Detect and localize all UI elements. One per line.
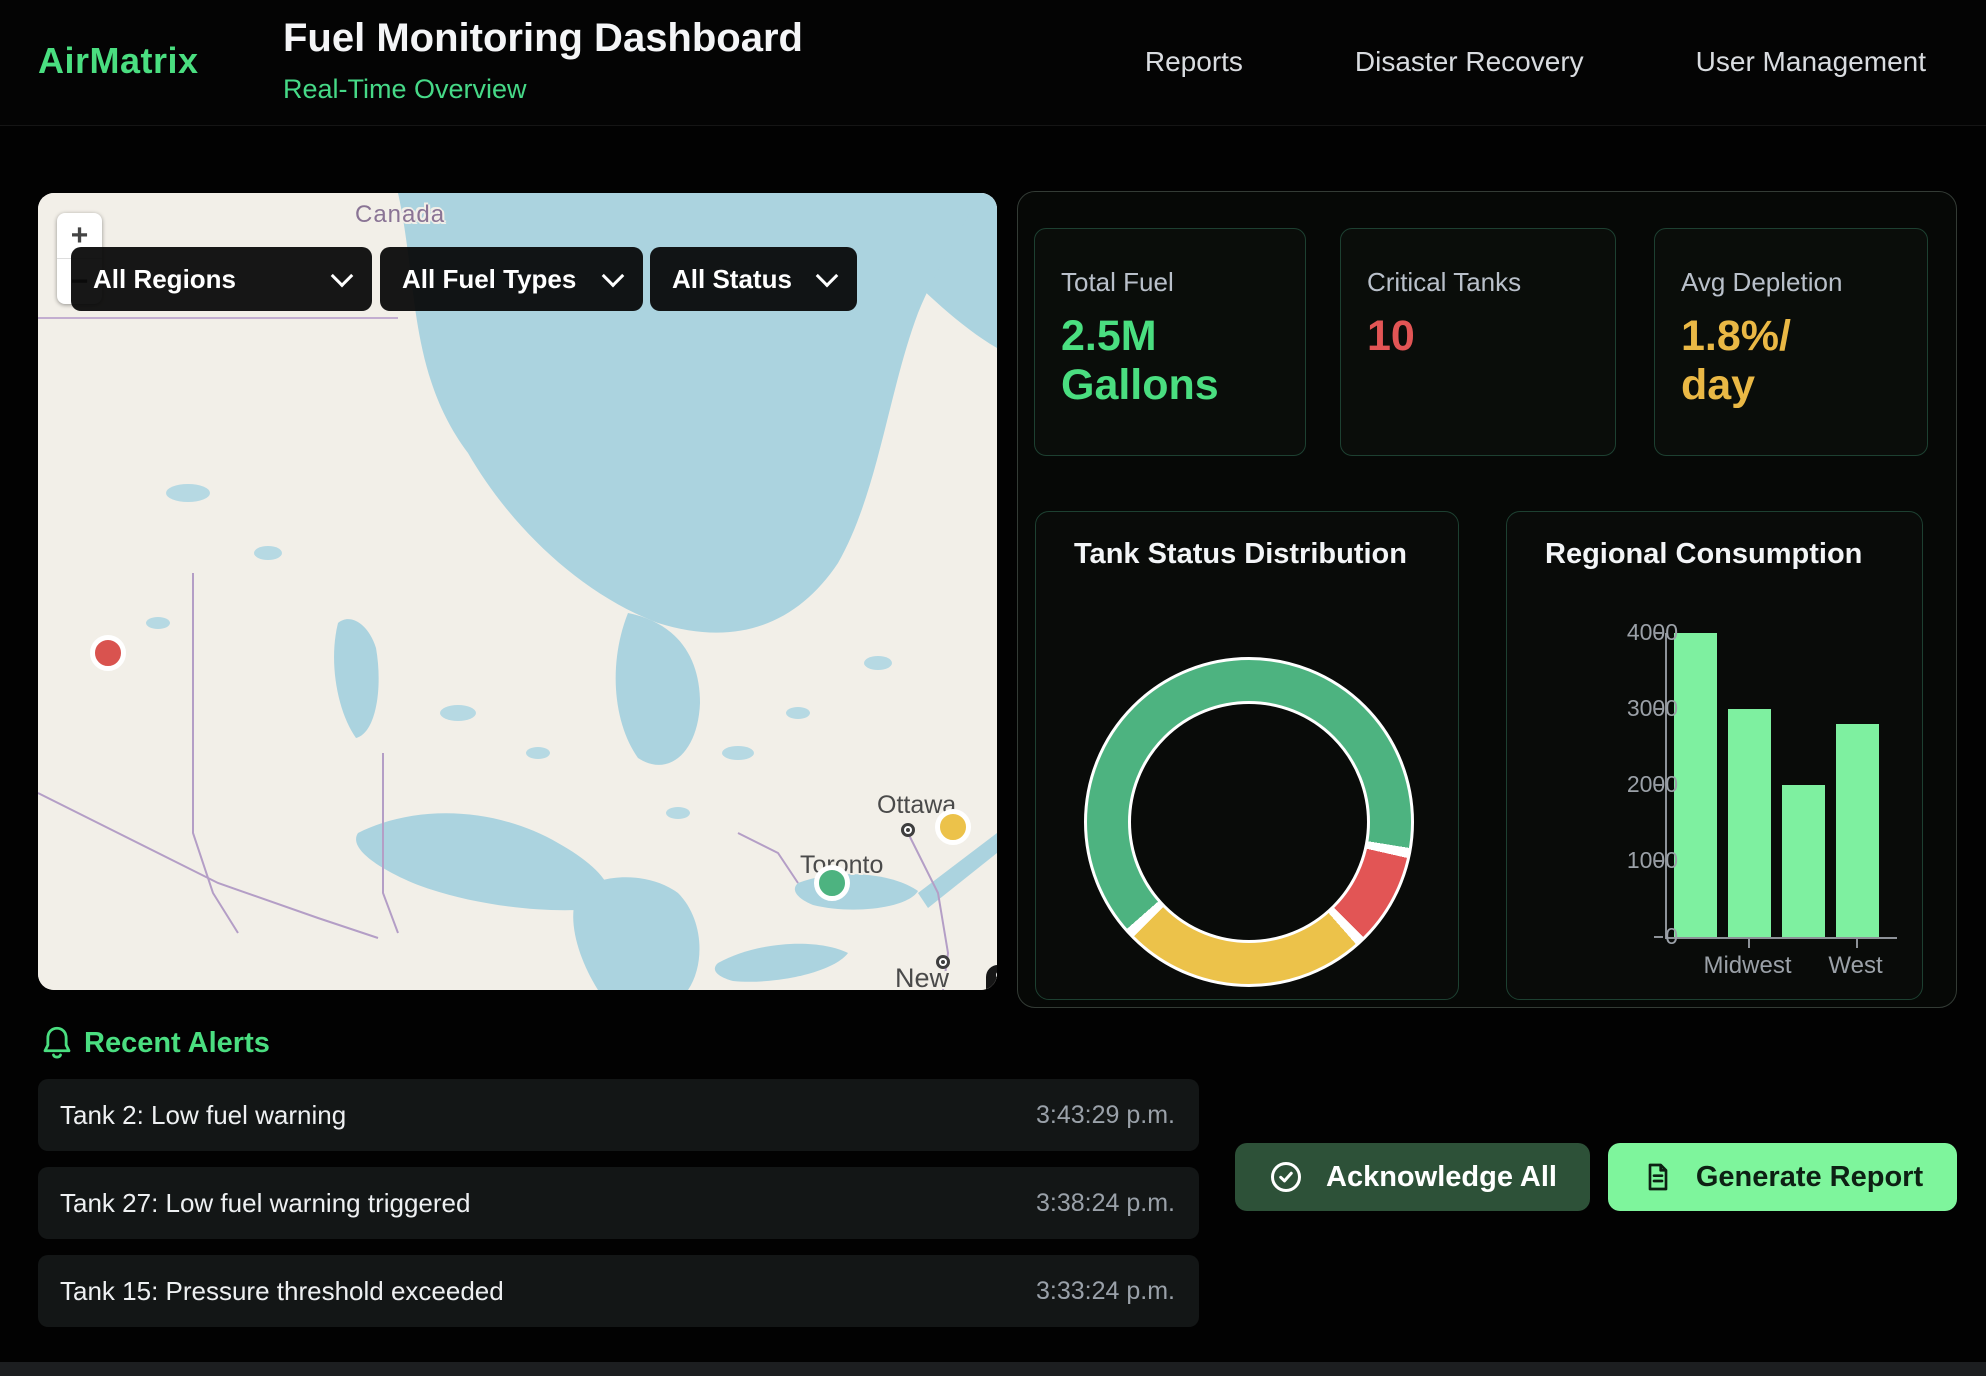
alert-row[interactable]: Tank 15: Pressure threshold exceeded 3:3…: [38, 1255, 1199, 1327]
donut-hole: [1128, 701, 1370, 943]
chevron-down-icon: [816, 265, 839, 288]
generate-report-button[interactable]: Generate Report: [1608, 1143, 1957, 1211]
fuel-type-filter-dropdown[interactable]: All Fuel Types: [380, 247, 643, 311]
status-filter-value: All Status: [672, 264, 792, 295]
alert-message: Tank 27: Low fuel warning triggered: [60, 1188, 470, 1219]
y-axis-tick-label: 2000: [1608, 771, 1678, 798]
alert-timestamp: 3:43:29 p.m.: [1036, 1101, 1175, 1130]
x-axis-label: West: [1796, 952, 1916, 980]
recent-alerts-title: Recent Alerts: [84, 1027, 270, 1060]
stat-label: Total Fuel: [1061, 267, 1279, 298]
nav-item-user-management[interactable]: User Management: [1696, 46, 1926, 78]
tank-status-distribution-card: Tank Status Distribution: [1035, 511, 1459, 1000]
nav-item-disaster-recovery[interactable]: Disaster Recovery: [1355, 46, 1584, 78]
alert-timestamp: 3:38:24 p.m.: [1036, 1189, 1175, 1218]
alert-timestamp: 3:33:24 p.m.: [1036, 1277, 1175, 1306]
stat-card-critical-tanks: Critical Tanks 10: [1340, 228, 1616, 456]
alert-message: Tank 15: Pressure threshold exceeded: [60, 1276, 504, 1307]
alert-message: Tank 2: Low fuel warning: [60, 1100, 346, 1131]
alert-row[interactable]: Tank 27: Low fuel warning triggered 3:38…: [38, 1167, 1199, 1239]
page-subtitle: Real-Time Overview: [283, 74, 527, 105]
stat-value: 1.8%/day: [1681, 312, 1901, 411]
main-nav: Reports Disaster Recovery User Managemen…: [1145, 46, 1926, 78]
newyork-city-dot: [936, 955, 950, 969]
stat-label: Critical Tanks: [1367, 267, 1589, 298]
stat-card-avg-depletion: Avg Depletion 1.8%/day: [1654, 228, 1928, 456]
regional-consumption-bar-chart: MidwestWest 0 1000 2000 3000 4000: [1507, 512, 1923, 1000]
map-marker-normal[interactable]: [814, 865, 850, 901]
brand-logo: AirMatrix: [38, 40, 199, 82]
status-filter-dropdown[interactable]: All Status: [650, 247, 857, 311]
y-axis-tick-label: 1000: [1608, 847, 1678, 874]
y-axis-tick-label: 3000: [1608, 695, 1678, 722]
map-marker-warning[interactable]: [935, 809, 971, 845]
stat-value: 2.5MGallons: [1061, 312, 1279, 411]
y-axis-tick-label: 4000: [1608, 619, 1678, 646]
top-header: AirMatrix Fuel Monitoring Dashboard Real…: [0, 0, 1986, 126]
region-filter-value: All Regions: [93, 264, 236, 295]
fuel-type-filter-value: All Fuel Types: [402, 264, 576, 295]
page-title: Fuel Monitoring Dashboard: [283, 16, 803, 61]
bar-region-1: [1674, 633, 1717, 937]
acknowledge-all-button[interactable]: Acknowledge All: [1235, 1143, 1590, 1211]
document-icon: [1642, 1161, 1674, 1193]
x-axis-label: Midwest: [1688, 952, 1808, 980]
bar-West: [1836, 724, 1879, 937]
chart-title: Tank Status Distribution: [1074, 538, 1407, 571]
stat-card-total-fuel: Total Fuel 2.5MGallons: [1034, 228, 1306, 456]
map-resize-drag-handle[interactable]: [986, 965, 997, 990]
chevron-down-icon: [602, 265, 625, 288]
stat-label: Avg Depletion: [1681, 267, 1901, 298]
y-axis-tick-label: 0: [1608, 923, 1678, 950]
chevron-down-icon: [331, 265, 354, 288]
nav-item-reports[interactable]: Reports: [1145, 46, 1243, 78]
map-label-canada: Canada: [355, 201, 445, 229]
region-filter-dropdown[interactable]: All Regions: [71, 247, 372, 311]
bell-icon: [40, 1024, 74, 1062]
regional-consumption-card: Regional Consumption MidwestWest01000200…: [1506, 511, 1923, 1000]
ottawa-city-dot: [901, 823, 915, 837]
alert-row[interactable]: Tank 2: Low fuel warning 3:43:29 p.m.: [38, 1079, 1199, 1151]
bar-region-3: [1782, 785, 1825, 937]
bar-Midwest: [1728, 709, 1771, 937]
check-circle-icon: [1268, 1159, 1304, 1195]
stat-value: 10: [1367, 312, 1589, 361]
metrics-panel: Total Fuel 2.5MGallons Critical Tanks 10…: [1017, 191, 1957, 1008]
tank-locations-map[interactable]: Canada Ottawa Toronto New York + − All R…: [38, 193, 997, 990]
bottom-strip: [0, 1362, 1986, 1376]
map-marker-critical[interactable]: [90, 635, 126, 671]
